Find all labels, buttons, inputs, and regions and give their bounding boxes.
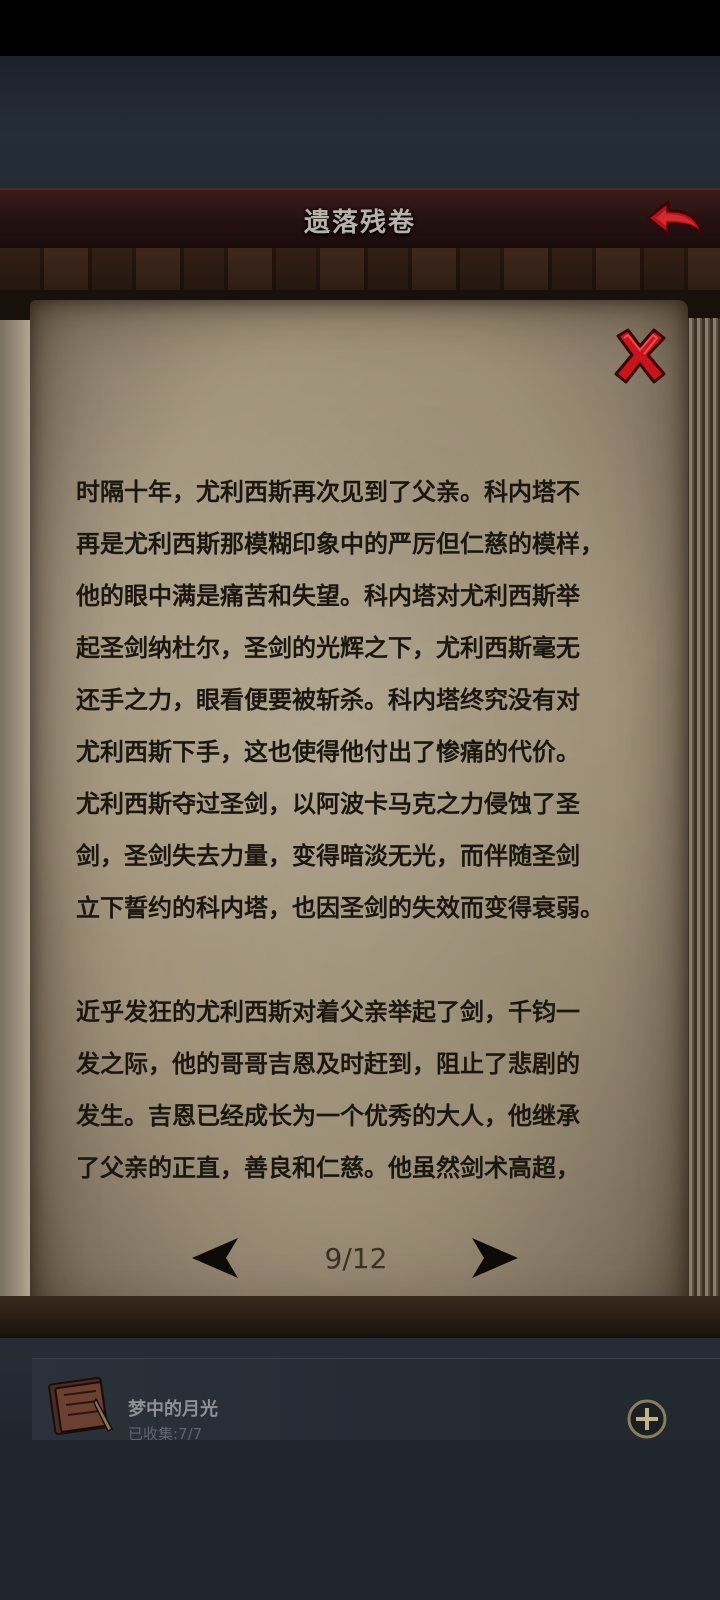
back-arrow-icon [646,200,704,236]
next-page-button[interactable] [468,1236,520,1282]
story-line: 起圣剑纳杜尔，圣剑的光辉之下，尤利西斯毫无 [76,634,580,662]
pager: 9/12 [190,1236,520,1284]
story-line: 发之际，他的哥哥吉恩及时赶到，阻止了悲剧的 [76,1050,580,1078]
story-line: 时隔十年，尤利西斯再次见到了父亲。科内塔不 [76,478,580,506]
book-page-edges [684,318,720,1318]
story-line: 尤利西斯夺过圣剑，以阿波卡马克之力侵蚀了圣 [76,790,580,818]
bottom-area [0,1440,720,1600]
back-button[interactable] [644,196,706,242]
story-line: 立下誓约的科内塔，也因圣剑的失效而变得衰弱。 [76,894,604,922]
collection-item-title: 梦中的月光 [128,1399,218,1420]
story-line: 还手之力，眼看便要被斩杀。科内塔终究没有对 [76,686,580,714]
story-line: 近乎发狂的尤利西斯对着父亲举起了剑，千钧一 [76,998,580,1026]
prev-page-button[interactable] [190,1236,242,1282]
story-text: 时隔十年，尤利西斯再次见到了父亲。科内塔不 再是尤利西斯那模糊印象中的严厉但仁慈… [76,466,656,1194]
page-indicator: 9/12 [324,1242,388,1275]
story-line: 了父亲的正直，善良和仁慈。他虽然剑术高超， [76,1154,580,1182]
close-x-icon [614,328,666,384]
close-button[interactable] [612,326,668,384]
header-bar: 遗落残卷 [0,188,720,250]
story-line: 剑，圣剑失去力量，变得暗淡无光，而伴随圣剑 [76,842,580,870]
story-line: 他的眼中满是痛苦和失望。科内塔对尤利西斯举 [76,582,580,610]
book-icon [44,1369,118,1441]
collection-list-item[interactable]: 梦中的月光 已收集:7/7 [32,1358,720,1443]
expand-button[interactable] [626,1398,668,1440]
backdrop [0,56,720,190]
story-line: 发生。吉恩已经成长为一个优秀的大人，他继承 [76,1102,580,1130]
book-bottom-edge [0,1296,720,1334]
plus-icon [627,1399,667,1439]
page-title: 遗落残卷 [303,208,416,238]
status-bar [0,0,720,56]
next-page-arrow-icon [472,1238,518,1278]
prev-page-arrow-icon [192,1238,238,1278]
story-line: 尤利西斯下手，这也使得他付出了惨痛的代价。 [76,738,580,766]
story-line: 再是尤利西斯那模糊印象中的严厉但仁慈的模样， [76,530,604,558]
